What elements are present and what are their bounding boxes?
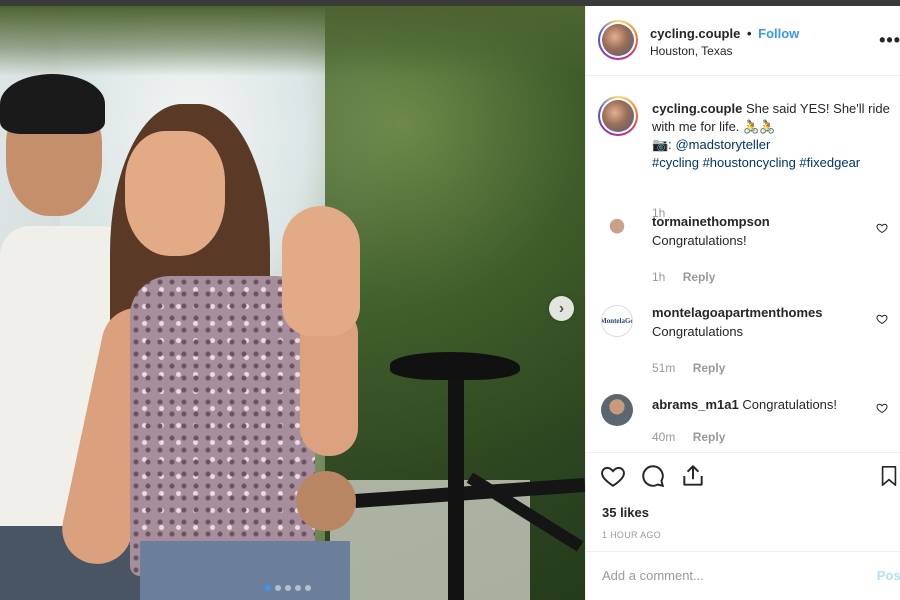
more-options-icon[interactable]: ••• — [879, 30, 900, 51]
post-header: cycling.couple • Follow Houston, Texas •… — [586, 6, 900, 76]
carousel-dot — [265, 585, 271, 591]
carousel-dots — [265, 585, 311, 591]
comment-text: Congratulations! — [652, 233, 747, 248]
comment-username[interactable]: tormainethompson — [652, 214, 770, 229]
bike-saddle — [390, 352, 520, 380]
comment-meta: 40m Reply — [652, 430, 725, 444]
reply-button[interactable]: Reply — [693, 361, 726, 375]
man-hand — [296, 471, 356, 531]
comment-username[interactable]: abrams_m1a1 — [652, 397, 739, 412]
hashtags[interactable]: #cycling #houstoncycling #fixedgear — [652, 155, 860, 170]
comment-username[interactable]: montelagoapartmenthomes — [652, 305, 822, 320]
comment-time: 51m — [652, 361, 676, 375]
woman-hand — [282, 206, 360, 336]
comment-time: 1h — [652, 270, 666, 284]
man-hair — [0, 74, 105, 134]
comment-avatar[interactable] — [601, 394, 633, 426]
carousel-dot — [275, 585, 281, 591]
header-username[interactable]: cycling.couple — [650, 26, 740, 41]
caption-avatar[interactable] — [598, 96, 638, 136]
comment-text: Congratulations — [652, 324, 744, 339]
comment-input[interactable] — [602, 568, 842, 583]
carousel-dot — [285, 585, 291, 591]
like-comment-heart-icon[interactable] — [876, 222, 888, 234]
mention-link[interactable]: @madstoryteller — [675, 137, 770, 152]
header-separator: • — [746, 26, 752, 41]
comment-meta: 1h Reply — [652, 270, 715, 284]
likes-count[interactable]: 35 likes — [602, 505, 649, 520]
post-sidebar: cycling.couple • Follow Houston, Texas •… — [585, 6, 900, 600]
camera-icon: 📷: — [652, 137, 672, 152]
carousel-dot — [305, 585, 311, 591]
carousel-dot — [295, 585, 301, 591]
header-user-line: cycling.couple • Follow — [650, 26, 799, 41]
post-timestamp: 1 HOUR AGO — [602, 530, 662, 540]
woman-jeans — [140, 541, 350, 600]
comment-time: 40m — [652, 430, 676, 444]
like-comment-heart-icon[interactable] — [876, 402, 888, 414]
next-slide-icon[interactable]: › — [549, 296, 574, 321]
comment-avatar[interactable]: MontelaGo — [601, 305, 633, 337]
follow-button[interactable]: Follow — [758, 26, 799, 41]
comment-line: abrams_m1a1 Congratulations! — [652, 397, 837, 412]
share-icon[interactable] — [680, 463, 706, 489]
like-heart-icon[interactable] — [600, 463, 626, 489]
location-link[interactable]: Houston, Texas — [650, 44, 733, 58]
comment-text: Congratulations! — [742, 397, 838, 412]
photo-arch — [0, 6, 585, 76]
comment-meta: 51m Reply — [652, 361, 725, 375]
post-actions: 35 likes 1 HOUR AGO Post — [586, 452, 900, 600]
comment-bubble-icon[interactable] — [640, 463, 666, 489]
reply-button[interactable]: Reply — [693, 430, 726, 444]
avatar[interactable] — [598, 20, 638, 60]
bookmark-icon[interactable] — [878, 463, 900, 489]
like-comment-heart-icon[interactable] — [876, 313, 888, 325]
woman-face — [125, 131, 225, 256]
post-button[interactable]: Post — [877, 568, 900, 583]
bike-seatpost — [448, 376, 464, 600]
reply-button[interactable]: Reply — [683, 270, 716, 284]
caption-username[interactable]: cycling.couple — [652, 101, 742, 116]
post-photo[interactable]: › — [0, 6, 585, 600]
comment-avatar[interactable] — [601, 214, 633, 246]
caption-text: cycling.couple She said YES! She'll ride… — [652, 100, 892, 172]
add-comment-bar: Post — [586, 551, 900, 600]
